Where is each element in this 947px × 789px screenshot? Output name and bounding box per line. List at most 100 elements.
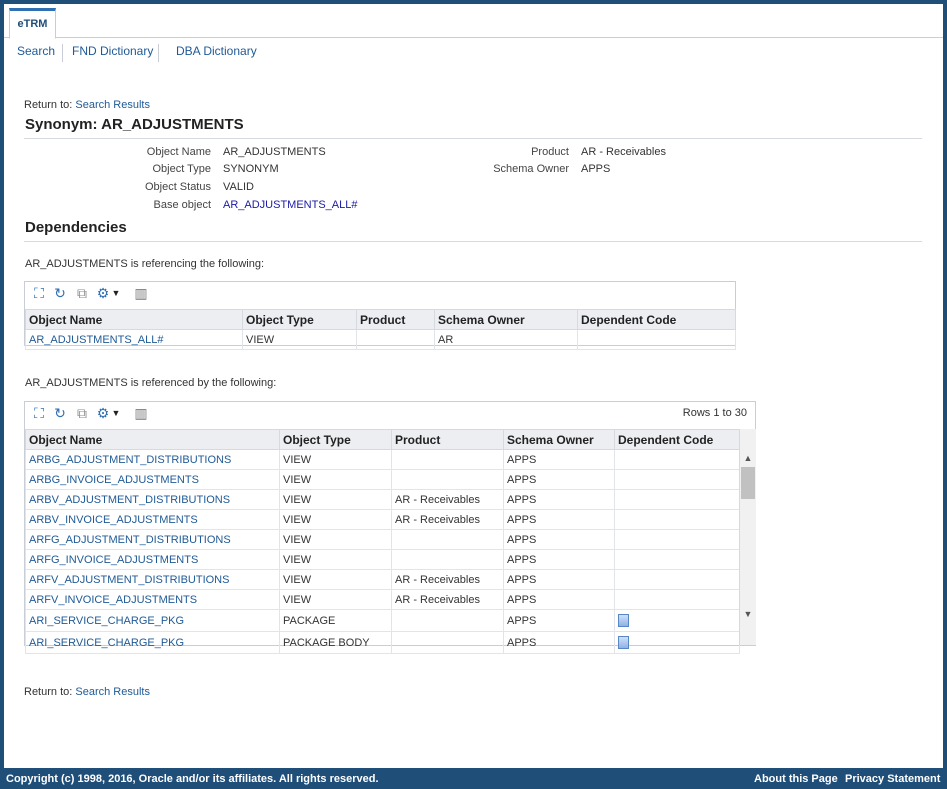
freeze-icon[interactable]: ⧉ <box>74 285 90 301</box>
document-icon[interactable] <box>618 614 629 627</box>
referencing-caption: AR_ADJUSTMENTS is referencing the follow… <box>25 258 265 270</box>
referenced-by-header-row: Object Name Object Type Product Schema O… <box>25 429 740 450</box>
detach-icon[interactable]: ⛶ <box>31 285 47 301</box>
cell-object-type: VIEW <box>279 509 392 530</box>
object-link[interactable]: AR_ADJUSTMENTS_ALL# <box>29 334 164 346</box>
nav-dba-dictionary-link[interactable]: DBA Dictionary <box>176 44 257 58</box>
object-link[interactable]: ARBG_INVOICE_ADJUSTMENTS <box>29 474 199 486</box>
referenced-by-table: Object Name Object Type Product Schema O… <box>25 429 740 654</box>
object-link[interactable]: ARI_SERVICE_CHARGE_PKG <box>29 615 184 627</box>
page-title: Synonym: AR_ADJUSTMENTS <box>25 116 244 133</box>
object-link[interactable]: ARFV_INVOICE_ADJUSTMENTS <box>29 594 197 606</box>
cell-product: AR - Receivables <box>391 569 504 590</box>
search-results-link[interactable]: Search Results <box>75 686 150 698</box>
referenced-by-toolbar: ⛶ ↻ ⧉ ⚙ ▼ ▥ Rows 1 to 30 <box>25 402 755 424</box>
referenced-by-table-panel: ⛶ ↻ ⧉ ⚙ ▼ ▥ Rows 1 to 30 Object Name Obj… <box>24 401 756 654</box>
nav-fnd-dictionary-link[interactable]: FND Dictionary <box>72 44 153 58</box>
scroll-down-arrow-icon[interactable]: ▼ <box>740 609 756 619</box>
copyright-text: Copyright (c) 1998, 2016, Oracle and/or … <box>6 773 379 785</box>
table-row[interactable]: ARI_SERVICE_CHARGE_PKG PACKAGE APPS <box>25 609 740 632</box>
chevron-down-icon[interactable]: ▼ <box>111 405 121 421</box>
column-header-product[interactable]: Product <box>356 309 435 330</box>
column-header-dependent-code[interactable]: Dependent Code <box>577 309 736 330</box>
title-divider <box>24 138 922 139</box>
table-row[interactable]: ARFG_INVOICE_ADJUSTMENTS VIEW APPS <box>25 549 740 570</box>
table-row[interactable]: ARBG_INVOICE_ADJUSTMENTS VIEW APPS <box>25 469 740 490</box>
rows-range-label: Rows 1 to 30 <box>682 407 747 419</box>
document-icon[interactable] <box>618 636 629 649</box>
table-row[interactable]: ARI_SERVICE_CHARGE_PKG PACKAGE BODY APPS <box>25 631 740 654</box>
referencing-table: Object Name Object Type Product Schema O… <box>25 309 736 350</box>
object-link[interactable]: ARBV_INVOICE_ADJUSTMENTS <box>29 514 198 526</box>
cell-schema-owner: APPS <box>503 549 615 570</box>
cell-object-name: ARFV_INVOICE_ADJUSTMENTS <box>25 589 280 610</box>
gear-icon[interactable]: ⚙ <box>95 405 111 421</box>
detach-icon[interactable]: ⛶ <box>31 405 47 421</box>
cell-object-name: ARI_SERVICE_CHARGE_PKG <box>25 609 280 632</box>
column-header-object-type[interactable]: Object Type <box>279 429 392 450</box>
vertical-scrollbar[interactable]: ▲ ▼ <box>739 429 756 645</box>
cell-schema-owner: APPS <box>503 609 615 632</box>
privacy-statement-link[interactable]: Privacy Statement <box>845 773 940 785</box>
object-name-value: AR_ADJUSTMENTS <box>223 146 326 158</box>
product-label: Product <box>531 146 569 158</box>
table-row[interactable]: AR_ADJUSTMENTS_ALL# VIEW AR <box>25 329 736 350</box>
object-link[interactable]: ARBV_ADJUSTMENT_DISTRIBUTIONS <box>29 494 230 506</box>
product-value: AR - Receivables <box>581 146 666 158</box>
cell-object-type: VIEW <box>279 489 392 510</box>
table-row[interactable]: ARBG_ADJUSTMENT_DISTRIBUTIONS VIEW APPS <box>25 449 740 470</box>
about-page-link[interactable]: About this Page <box>754 773 838 785</box>
cell-object-type: VIEW <box>279 529 392 550</box>
table-row[interactable]: ARBV_INVOICE_ADJUSTMENTS VIEW AR - Receiva… <box>25 509 740 530</box>
cell-dependent-code <box>614 449 740 470</box>
object-link[interactable]: ARBG_ADJUSTMENT_DISTRIBUTIONS <box>29 454 231 466</box>
base-object-link[interactable]: AR_ADJUSTMENTS_ALL# <box>223 199 358 211</box>
nav-search-link[interactable]: Search <box>17 44 55 58</box>
object-link[interactable]: ARI_SERVICE_CHARGE_PKG <box>29 637 184 649</box>
column-header-dependent-code[interactable]: Dependent Code <box>614 429 740 450</box>
columns-icon[interactable]: ▥ <box>133 405 149 421</box>
cell-schema-owner: APPS <box>503 631 615 654</box>
table-row[interactable]: ARBV_ADJUSTMENT_DISTRIBUTIONS VIEW AR - Re… <box>25 489 740 510</box>
chevron-down-icon[interactable]: ▼ <box>111 285 121 301</box>
cell-object-name: ARBV_INVOICE_ADJUSTMENTS <box>25 509 280 530</box>
object-link[interactable]: ARFG_ADJUSTMENT_DISTRIBUTIONS <box>29 534 231 546</box>
gear-icon[interactable]: ⚙ <box>95 285 111 301</box>
cell-product: AR - Receivables <box>391 489 504 510</box>
return-to-label: Return to: <box>24 686 73 698</box>
dependencies-heading: Dependencies <box>25 219 127 236</box>
return-to-top: Return to: Search Results <box>24 99 150 111</box>
table-row[interactable]: ARFV_INVOICE_ADJUSTMENTS VIEW AR - Receiva… <box>25 589 740 610</box>
table-row[interactable]: ARFV_ADJUSTMENT_DISTRIBUTIONS VIEW AR - Re… <box>25 569 740 590</box>
columns-icon[interactable]: ▥ <box>133 285 149 301</box>
scroll-up-arrow-icon[interactable]: ▲ <box>740 453 756 463</box>
cell-object-type: VIEW <box>279 589 392 610</box>
cell-dependent-code <box>614 529 740 550</box>
column-header-product[interactable]: Product <box>391 429 504 450</box>
refresh-icon[interactable]: ↻ <box>52 285 68 301</box>
object-name-label: Object Name <box>146 146 211 158</box>
cell-dependent-code <box>614 549 740 570</box>
refresh-icon[interactable]: ↻ <box>52 405 68 421</box>
object-link[interactable]: ARFV_ADJUSTMENT_DISTRIBUTIONS <box>29 574 229 586</box>
column-header-object-name[interactable]: Object Name <box>25 429 280 450</box>
cell-product <box>356 329 435 350</box>
column-header-object-name[interactable]: Object Name <box>25 309 243 330</box>
tab-etrm[interactable]: eTRM <box>9 8 56 39</box>
column-header-schema-owner[interactable]: Schema Owner <box>434 309 578 330</box>
object-type-label: Object Type <box>152 163 212 175</box>
dependencies-divider <box>24 241 922 242</box>
freeze-icon[interactable]: ⧉ <box>74 405 90 421</box>
cell-dependent-code <box>614 509 740 530</box>
page-footer: Copyright (c) 1998, 2016, Oracle and/or … <box>0 768 947 789</box>
cell-dependent-code <box>614 469 740 490</box>
column-header-schema-owner[interactable]: Schema Owner <box>503 429 615 450</box>
scroll-thumb[interactable] <box>741 467 755 499</box>
cell-schema-owner: APPS <box>503 529 615 550</box>
cell-product <box>391 469 504 490</box>
cell-object-type: VIEW <box>279 549 392 570</box>
object-link[interactable]: ARFG_INVOICE_ADJUSTMENTS <box>29 554 198 566</box>
table-row[interactable]: ARFG_ADJUSTMENT_DISTRIBUTIONS VIEW APPS <box>25 529 740 550</box>
search-results-link[interactable]: Search Results <box>75 99 150 111</box>
column-header-object-type[interactable]: Object Type <box>242 309 357 330</box>
